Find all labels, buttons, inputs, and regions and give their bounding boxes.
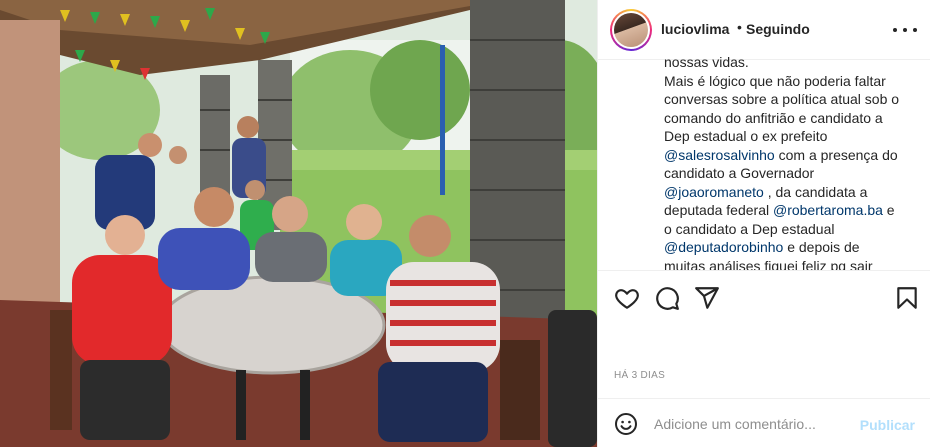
- caption-line: candidato a Governador: [664, 165, 815, 181]
- mention-link[interactable]: @robertaroma.ba: [773, 202, 883, 218]
- post-caption: nossas vidas. Mais é lógico que não pode…: [664, 53, 904, 270]
- emoji-icon[interactable]: [614, 412, 638, 436]
- comment-input[interactable]: [654, 411, 854, 437]
- caption-line: comando do anfitrião e candidato a: [664, 109, 883, 126]
- caption-line: Dep estadual o ex prefeito: [664, 128, 828, 144]
- post-side-panel: luciovlima • Seguindo nossas vidas. Mais…: [597, 0, 930, 447]
- mention-link[interactable]: @salesrosalvinho: [664, 147, 775, 163]
- caption-line: @joaoromaneto , da candidata a: [664, 183, 868, 200]
- post-date[interactable]: HÁ 3 DIAS: [614, 370, 665, 381]
- caption-line: deputada federal @robertaroma.ba e: [664, 202, 895, 218]
- username-link[interactable]: luciovlima: [661, 21, 729, 37]
- caption-line: @deputadorobinho e depois de: [664, 239, 860, 255]
- heart-icon[interactable]: [614, 285, 640, 311]
- post-actions: [598, 270, 930, 320]
- share-icon[interactable]: [694, 285, 720, 311]
- caption-line: nossas vidas.: [664, 54, 749, 70]
- caption-line: conversas sobre a política atual sob o: [664, 91, 900, 107]
- publish-button[interactable]: Publicar: [860, 417, 915, 433]
- bookmark-icon[interactable]: [894, 285, 920, 311]
- mention-link[interactable]: @deputadorobinho: [664, 239, 783, 255]
- more-options-icon[interactable]: [893, 20, 917, 40]
- avatar[interactable]: [610, 9, 652, 51]
- mention-link[interactable]: @joaoromaneto: [664, 184, 764, 200]
- caption-line: @salesrosalvinho com a presença do: [664, 146, 898, 163]
- caption-line: o candidato a Dep estadual: [664, 220, 835, 237]
- comment-icon[interactable]: [654, 285, 680, 311]
- following-button[interactable]: Seguindo: [746, 21, 810, 37]
- separator-dot: •: [737, 19, 742, 35]
- post-photo[interactable]: [0, 0, 597, 447]
- avatar-image: [614, 13, 648, 47]
- post-header: luciovlima • Seguindo: [598, 0, 930, 60]
- caption-line: Mais é lógico que não poderia faltar: [664, 72, 886, 89]
- comment-bar: Publicar: [598, 398, 930, 447]
- caption-line: muitas análises fiquei feliz pq sair: [664, 257, 873, 271]
